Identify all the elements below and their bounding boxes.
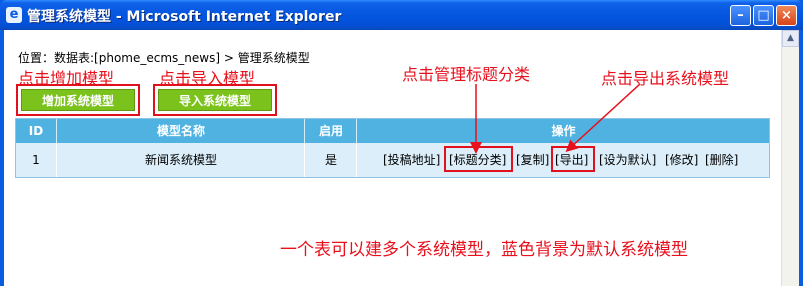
- close-button[interactable]: ×: [776, 5, 797, 26]
- annotation-arrows: [470, 83, 641, 154]
- page-content: 位置：数据表:[phome_ecms_news] > 管理系统模型 点击增加模型…: [4, 30, 799, 286]
- ie-window: e 管理系统模型 - Microsoft Internet Explorer –…: [0, 0, 803, 286]
- ie-page-icon: e: [6, 7, 22, 23]
- arrow-to-export: [565, 83, 641, 153]
- minimize-button[interactable]: –: [730, 5, 751, 26]
- title-bar[interactable]: e 管理系统模型 - Microsoft Internet Explorer –…: [0, 0, 803, 30]
- maximize-button[interactable]: □: [753, 5, 774, 26]
- window-title: 管理系统模型 - Microsoft Internet Explorer: [27, 9, 342, 25]
- scroll-up-arrow-icon[interactable]: ▲: [782, 30, 799, 47]
- vertical-scrollbar[interactable]: ▲: [781, 30, 799, 286]
